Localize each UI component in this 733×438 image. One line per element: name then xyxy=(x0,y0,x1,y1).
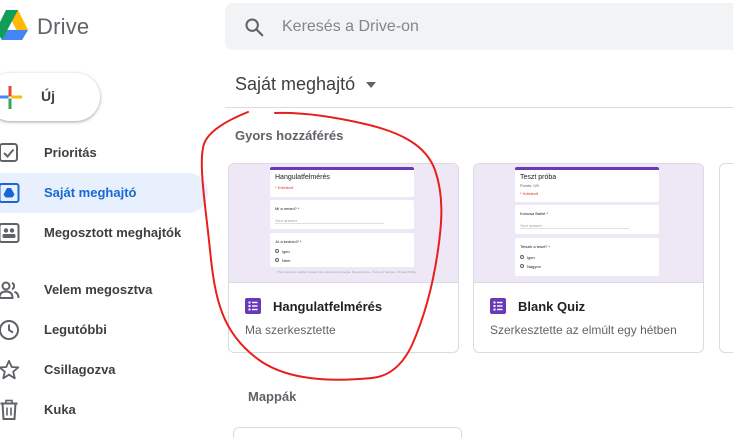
file-card-blank-quiz[interactable]: Teszt próba Points: 0/0 * Kötelező Koloz… xyxy=(473,163,704,353)
file-card-title: Hangulatfelmérés xyxy=(273,299,383,314)
form-preview-answer-line xyxy=(275,223,384,224)
radio-icon xyxy=(520,255,524,259)
sidebar-item-label: Legutóbbi xyxy=(44,322,107,337)
forms-icon xyxy=(490,298,506,314)
quick-access-heading: Gyors hozzáférés xyxy=(235,128,344,143)
folder-card[interactable] xyxy=(233,427,462,438)
form-preview-option: Nagyon xyxy=(527,264,541,269)
trash-icon xyxy=(0,399,18,420)
new-button-label: Új xyxy=(41,88,55,104)
file-thumbnail: Teszt próba Points: 0/0 * Kötelező Koloz… xyxy=(474,164,703,283)
form-preview-question: Tetszik a teszt? * Igen Nagyon xyxy=(515,238,659,276)
form-preview-header: Hangulatfelmérés * Kötelező xyxy=(270,167,414,197)
folders-heading: Mappák xyxy=(248,389,297,404)
plus-icon xyxy=(0,86,22,109)
radio-icon xyxy=(275,249,279,253)
form-preview-title: Teszt próba xyxy=(520,174,557,181)
sidebar-item-label: Velem megosztva xyxy=(44,282,153,297)
file-thumbnail: Hangulatfelmérés * Kötelező Mi a neved? … xyxy=(229,164,458,283)
form-preview-required: * Kötelező xyxy=(275,185,294,190)
form-preview-question-text: Mi a neved? * xyxy=(275,206,300,211)
sidebar-item-recent[interactable]: Legutóbbi xyxy=(0,310,208,350)
form-preview-answer-line xyxy=(520,228,629,229)
form-preview-title: Hangulatfelmérés xyxy=(275,174,330,181)
sidebar-item-shared-with-me[interactable]: Velem megosztva xyxy=(0,270,208,310)
form-preview-points: Points: 0/0 xyxy=(520,183,539,188)
file-card-hangulatfelmeres[interactable]: Hangulatfelmérés * Kötelező Mi a neved? … xyxy=(228,163,459,353)
my-drive-icon xyxy=(0,183,20,203)
sidebar-item-shared-drives[interactable]: Megosztott meghajtók xyxy=(0,213,208,253)
sidebar-item-label: Csillagozva xyxy=(44,362,116,377)
sidebar-item-label: Saját meghajtó xyxy=(44,185,137,200)
checkbox-icon xyxy=(0,143,18,162)
form-preview-required: * Kötelező xyxy=(520,191,539,196)
sidebar-item-starred[interactable]: Csillagozva xyxy=(0,350,208,390)
app-name[interactable]: Drive xyxy=(37,14,89,40)
sidebar-item-trash[interactable]: Kuka xyxy=(0,390,208,430)
sidebar-item-label: Prioritás xyxy=(44,145,97,160)
page-title[interactable]: Saját meghajtó xyxy=(235,74,355,95)
search-input[interactable] xyxy=(282,3,722,50)
form-preview-question: Jó a kedved? * Igen Nem xyxy=(270,233,414,267)
title-divider xyxy=(225,107,733,108)
sidebar-item-label: Kuka xyxy=(44,402,76,417)
radio-icon xyxy=(520,264,524,268)
star-icon xyxy=(0,359,20,380)
file-card-subtitle: Ma szerkesztette xyxy=(245,323,336,337)
people-icon xyxy=(0,281,20,299)
file-card-subtitle: Szerkesztette az elmúlt egy hétben xyxy=(490,323,677,337)
forms-icon xyxy=(245,298,261,314)
form-preview-question: Kolozsa Balint * Your answer xyxy=(515,205,659,234)
sidebar-item-my-drive[interactable]: Saját meghajtó xyxy=(0,173,208,213)
search-bar[interactable] xyxy=(225,3,733,50)
new-button[interactable]: Új xyxy=(0,73,100,121)
search-icon[interactable] xyxy=(243,16,265,38)
form-preview-option: Igen xyxy=(282,249,290,254)
form-preview-question-text: Tetszik a teszt? * xyxy=(520,244,551,249)
file-card-partial[interactable] xyxy=(719,163,733,353)
form-preview-question-text: Jó a kedved? * xyxy=(275,239,302,244)
file-card-title: Blank Quiz xyxy=(518,299,586,314)
form-preview-option: Igen xyxy=(527,255,535,260)
chevron-down-icon[interactable] xyxy=(366,82,376,88)
form-preview-question: Mi a neved? * Your answer xyxy=(270,200,414,229)
form-preview-option: Nem xyxy=(282,258,291,263)
form-preview-question-text: Kolozsa Balint * xyxy=(520,211,549,216)
shared-drives-icon xyxy=(0,223,20,243)
sidebar-item-label: Megosztott meghajtók xyxy=(44,225,182,240)
form-preview-header: Teszt próba Points: 0/0 * Kötelező xyxy=(515,167,659,202)
drive-logo-icon[interactable] xyxy=(0,8,28,46)
radio-icon xyxy=(275,258,279,262)
sidebar-item-priority[interactable]: Prioritás xyxy=(0,133,208,173)
form-preview-footer: This content is neither created nor endo… xyxy=(277,270,417,274)
clock-icon xyxy=(0,320,19,340)
